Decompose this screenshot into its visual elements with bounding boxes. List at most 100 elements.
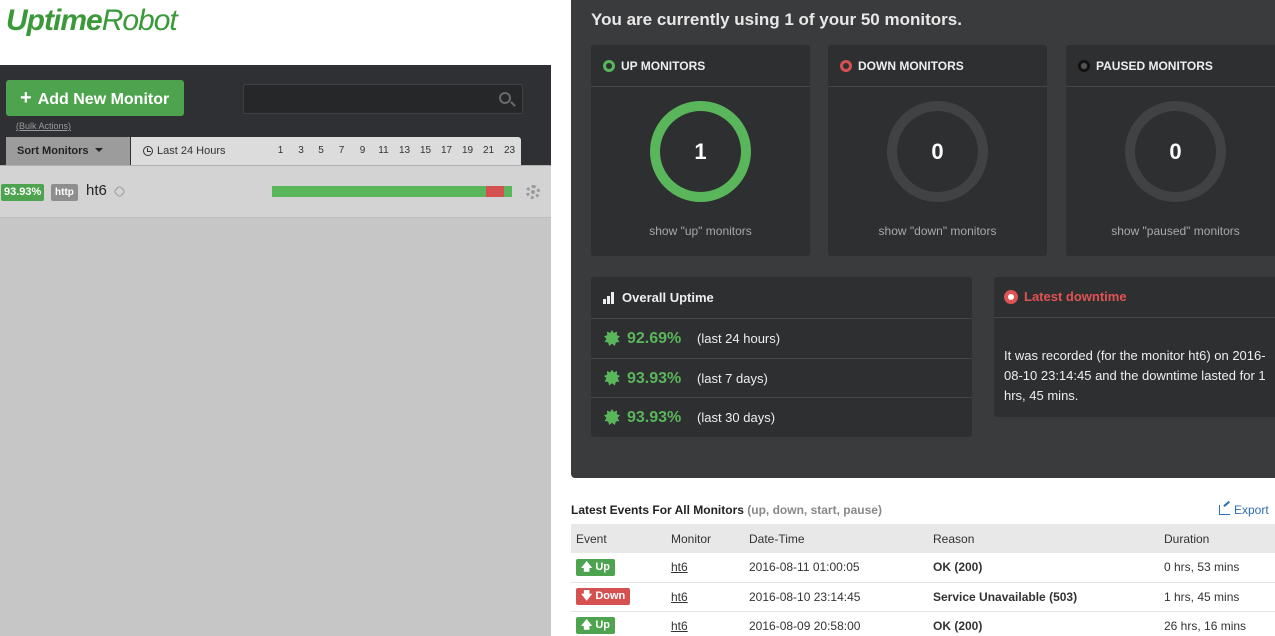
overall-uptime-row: 93.93% (last 30 days) — [591, 398, 972, 438]
uptime-bar — [272, 186, 512, 197]
page: UptimeRobot + Add New Monitor (Bulk Actio… — [0, 0, 1275, 636]
table-row: 🡅 Up ht6 2016-08-09 20:58:00 OK (200) 26 … — [571, 611, 1275, 636]
uptime-percent: 93.93% — [627, 369, 682, 387]
latest-downtime-panel: Latest downtime It was recorded (for the… — [994, 277, 1275, 417]
logo-part1: Uptime — [6, 4, 103, 37]
monitor-name[interactable]: ht6 — [86, 182, 107, 199]
sort-monitors-button[interactable]: Sort Monitors — [6, 137, 130, 165]
add-new-monitor-button[interactable]: + Add New Monitor — [6, 80, 184, 116]
col-duration: Duration — [1159, 524, 1275, 553]
hour-tick: 3 — [298, 145, 304, 156]
uptime-range: (last 30 days) — [697, 410, 776, 425]
hour-tick: 15 — [419, 145, 432, 156]
card-title: UP MONITORS — [621, 59, 706, 73]
hour-tick: 13 — [398, 145, 411, 156]
gear-icon[interactable] — [526, 185, 540, 199]
down-count: 0 — [931, 139, 944, 164]
export-icon — [1219, 505, 1230, 515]
link-icon[interactable] — [113, 185, 126, 198]
down-status-icon — [840, 60, 852, 72]
col-reason: Reason — [928, 524, 1159, 553]
up-monitors-card: UP MONITORS 1 show "up" monitors — [591, 45, 810, 256]
badge-icon — [604, 409, 620, 425]
hour-ticks: 1 3 5 7 9 11 13 15 17 19 21 23 — [270, 137, 520, 165]
search-input[interactable] — [244, 85, 484, 113]
badge-icon — [604, 330, 620, 346]
uptime-percent: 92.69% — [627, 330, 682, 347]
hour-tick: 23 — [503, 145, 516, 156]
monitor-list: 93.93% http ht6 — [0, 165, 551, 636]
show-up-monitors-link[interactable]: show "up" monitors — [591, 224, 810, 238]
plus-icon: + — [20, 87, 32, 109]
arrow-down-icon: 🡇 — [581, 590, 593, 602]
hour-tick: 1 — [277, 145, 284, 156]
col-event: Event — [571, 524, 666, 553]
card-title: PAUSED MONITORS — [1096, 59, 1213, 73]
left-panel: UptimeRobot + Add New Monitor (Bulk Actio… — [0, 0, 551, 636]
up-status-icon — [603, 60, 615, 72]
time-range-label: Last 24 Hours — [157, 145, 226, 157]
monitor-link[interactable]: ht6 — [671, 619, 688, 633]
search-icon[interactable] — [499, 92, 511, 104]
event-label: Up — [595, 560, 610, 573]
hour-tick: 19 — [461, 145, 474, 156]
paused-monitors-card: PAUSED MONITORS 0 show "paused" monitors — [1066, 45, 1275, 256]
logo-bar: UptimeRobot — [0, 0, 551, 65]
downtime-segment — [486, 186, 504, 197]
uptime-badge: 93.93% — [1, 184, 45, 201]
overall-uptime-row: 92.69% (last 24 hours) — [591, 319, 972, 359]
hour-tick: 5 — [318, 145, 324, 156]
card-title: DOWN MONITORS — [858, 59, 964, 73]
hour-tick: 9 — [359, 145, 366, 156]
uptimerobot-logo[interactable]: UptimeRobot — [6, 4, 178, 38]
clock-icon — [143, 146, 153, 156]
down-monitors-card: DOWN MONITORS 0 show "down" monitors — [828, 45, 1047, 256]
event-reason: OK (200) — [928, 553, 1159, 583]
show-paused-monitors-link[interactable]: show "paused" monitors — [1066, 224, 1275, 238]
monitor-link[interactable]: ht6 — [671, 560, 688, 574]
arrow-up-icon: 🡅 — [581, 560, 593, 573]
event-duration: 26 hrs, 16 mins — [1159, 611, 1275, 636]
col-monitor: Monitor — [666, 524, 744, 553]
uptime-percent: 93.93% — [627, 409, 682, 426]
event-reason: Service Unavailable (503) — [928, 582, 1159, 612]
logo-part2: Robot — [101, 4, 178, 37]
usage-title: You are currently using 1 of your 50 mon… — [591, 10, 962, 29]
hour-tick: 11 — [378, 145, 389, 156]
card-header: UP MONITORS — [591, 45, 810, 87]
overall-uptime-row: 93.93% (last 7 days) — [591, 359, 972, 398]
alert-circle-icon — [1004, 290, 1018, 304]
event-duration: 1 hrs, 45 mins — [1159, 582, 1275, 612]
events-subtitle: (up, down, start, pause) — [747, 503, 882, 517]
latest-downtime-text: It was recorded (for the monitor ht6) on… — [1004, 348, 1266, 403]
event-label: Up — [595, 619, 610, 631]
event-datetime: 2016-08-10 23:14:45 — [744, 582, 928, 612]
show-down-monitors-link[interactable]: show "down" monitors — [828, 224, 1047, 238]
overall-uptime-header: Overall Uptime — [591, 277, 972, 319]
event-badge: 🡇 Down — [576, 588, 631, 605]
down-count-ring: 0 — [887, 101, 988, 202]
bar-chart-icon — [603, 292, 617, 304]
table-row: 🡇 Down ht6 2016-08-10 23:14:45 Service Un… — [571, 582, 1275, 612]
add-new-monitor-label: Add New Monitor — [37, 91, 170, 108]
time-range-tab[interactable]: Last 24 Hours 1 3 5 7 9 11 13 15 17 19 21 23 — [131, 137, 521, 165]
table-row: 🡅 Up ht6 2016-08-11 01:00:05 OK (200) 0 h… — [571, 553, 1275, 583]
events-header-row: Event Monitor Date-Time Reason Duration — [571, 524, 1275, 553]
uptime-range: (last 7 days) — [697, 370, 768, 386]
export-link[interactable]: Export — [1219, 503, 1269, 517]
hour-tick: 7 — [338, 145, 345, 156]
overall-uptime-panel: Overall Uptime 92.69% (last 24 hours) 93… — [591, 277, 972, 437]
card-header: PAUSED MONITORS — [1066, 45, 1275, 87]
latest-downtime-header: Latest downtime — [994, 277, 1275, 318]
bulk-actions-link[interactable]: (Bulk Actions) — [16, 121, 71, 131]
events-title: Latest Events For All Monitors (up, down… — [571, 503, 882, 517]
monitor-toolbar: + Add New Monitor (Bulk Actions) Sort Mon… — [0, 65, 551, 165]
monitor-link[interactable]: ht6 — [671, 590, 688, 604]
monitor-row[interactable]: 93.93% http ht6 — [0, 166, 551, 218]
event-badge: 🡅 Up — [576, 617, 615, 634]
hour-tick: 17 — [440, 145, 453, 156]
uptime-range: (last 24 hours) — [697, 331, 781, 346]
arrow-up-icon: 🡅 — [581, 619, 593, 631]
card-header: DOWN MONITORS — [828, 45, 1047, 87]
up-count-ring: 1 — [650, 101, 751, 202]
